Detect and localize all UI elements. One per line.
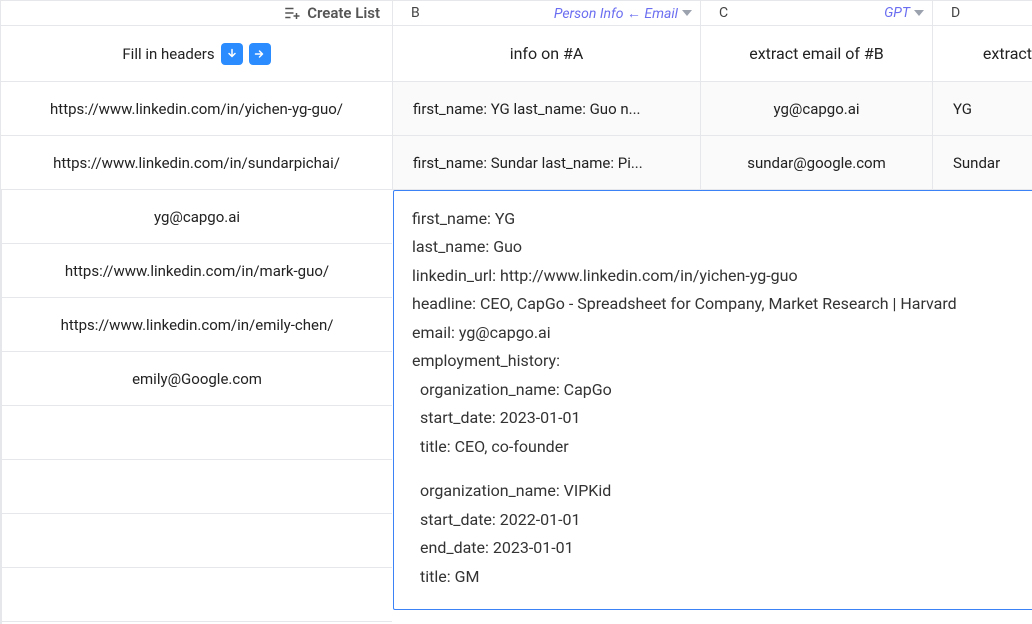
expanded-cell-B3[interactable]: first_name: YG last_name: Guo linkedin_u… [393,190,1032,610]
column-header-C[interactable]: C GPT [700,0,932,26]
fill-headers-cell: Fill in headers [0,26,392,82]
subhead-D[interactable]: extract [932,26,1032,82]
column-type-label[interactable]: Person Info ← Email [554,5,700,22]
cell-A6[interactable]: emily@Google.com [1,352,392,406]
cell-A1[interactable]: https://www.linkedin.com/in/yichen-yg-gu… [0,82,392,136]
column-letter: C [701,5,728,21]
cell-D1[interactable]: YG [932,82,1032,136]
toolbar-cell: Create List [0,0,392,26]
list-add-icon [283,4,301,22]
column-letter: D [933,5,960,21]
overlay-spacer [412,461,1032,477]
cell-C1[interactable]: yg@capgo.ai [700,82,932,136]
overlay-line: title: CEO, co-founder [412,433,1032,461]
cell-A7[interactable] [1,406,392,460]
overlay-line: employment_history: [412,347,1032,375]
cell-C2[interactable]: sundar@google.com [700,136,932,190]
cell-A9[interactable] [1,514,392,568]
overlay-line: end_date: 2023-01-01 [412,534,1032,562]
overlay-line: headline: CEO, CapGo - Spreadsheet for C… [412,290,1032,318]
overlay-line: organization_name: VIPKid [412,477,1032,505]
column-header-D[interactable]: D [932,0,1032,26]
cell-B2[interactable]: first_name: Sundar last_name: Pi... [392,136,700,190]
cell-A5[interactable]: https://www.linkedin.com/in/emily-chen/ [1,298,392,352]
subhead-C[interactable]: extract email of #B [700,26,932,82]
overlay-line: start_date: 2023-01-01 [412,404,1032,432]
overlay-line: linkedin_url: http://www.linkedin.com/in… [412,262,1032,290]
cell-A10[interactable] [1,568,392,622]
fill-down-button[interactable] [221,43,243,65]
overlay-line: organization_name: CapGo [412,376,1032,404]
overlay-line: first_name: YG [412,205,1032,233]
overlay-line: email: yg@capgo.ai [412,319,1032,347]
cell-A2[interactable]: https://www.linkedin.com/in/sundarpichai… [0,136,392,190]
column-type-label[interactable]: GPT [884,5,932,21]
column-header-B[interactable]: B Person Info ← Email [392,0,700,26]
create-list-label: Create List [307,4,380,22]
chevron-down-icon [914,10,924,16]
fill-right-button[interactable] [249,43,271,65]
overlay-line: last_name: Guo [412,233,1032,261]
cell-B1[interactable]: first_name: YG last_name: Guo n... [392,82,700,136]
create-list-button[interactable]: Create List [283,4,380,22]
cell-A3[interactable]: yg@capgo.ai [1,190,392,244]
overlay-line: start_date: 2022-01-01 [412,506,1032,534]
chevron-down-icon [682,10,692,16]
overlay-line: title: GM [412,563,1032,591]
subhead-B[interactable]: info on #A [392,26,700,82]
column-letter: B [393,5,420,21]
cell-D2[interactable]: Sundar [932,136,1032,190]
cell-A8[interactable] [1,460,392,514]
cell-A4[interactable]: https://www.linkedin.com/in/mark-guo/ [1,244,392,298]
fill-headers-label: Fill in headers [122,45,214,63]
